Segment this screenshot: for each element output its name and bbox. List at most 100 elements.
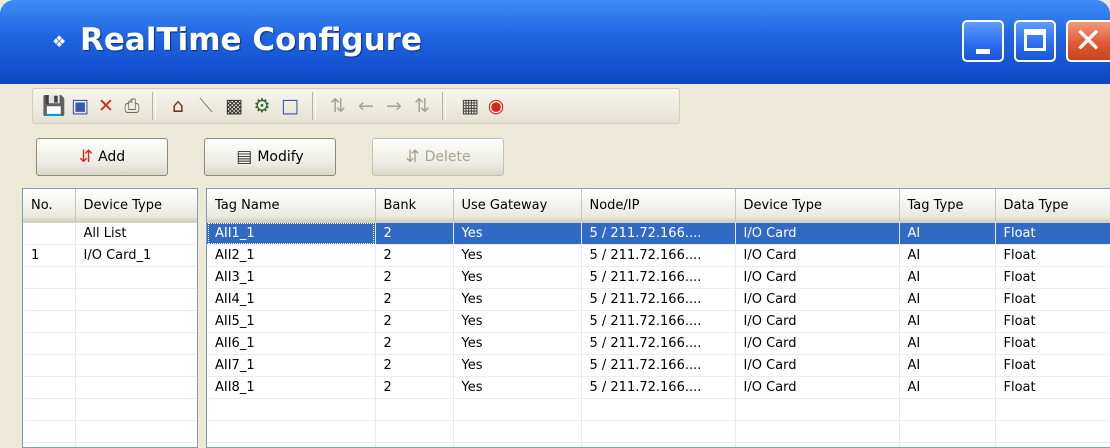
table-row[interactable]: AII7_1 2 Yes 5 / 211.72.166.... I/O Card AI Fl… bbox=[207, 354, 1110, 377]
table-row[interactable]: AII1_1 2 Yes 5 / 211.72.166.... I/O Card AI Fl… bbox=[207, 222, 1110, 245]
node-ip-cell: 5 / 211.72.166.... bbox=[581, 376, 736, 399]
toolbar: 💾 ▣ ✕ ⎙ ⌂ ⟍ ▩ ⚙ □ ⇅ ← → ⇅ ▦ ◉ bbox=[22, 84, 1110, 128]
device-row-no bbox=[23, 222, 76, 245]
add-icon: ⇵ bbox=[78, 147, 94, 167]
device-list-panel[interactable]: No. Device Type All List 1 I/O Card_1 bbox=[22, 188, 198, 448]
data-type-cell: Float bbox=[995, 222, 1110, 245]
network-icon[interactable]: ▦ bbox=[458, 94, 482, 118]
empty-row bbox=[23, 332, 197, 355]
node-ip-cell: 5 / 211.72.166.... bbox=[581, 288, 736, 311]
home-icon[interactable]: ⌂ bbox=[166, 94, 190, 118]
line-icon[interactable]: ⟍ bbox=[194, 94, 218, 118]
device-row-all-list[interactable]: All List bbox=[23, 222, 197, 245]
device-type-cell: I/O Card bbox=[735, 354, 900, 377]
toolbar-separator bbox=[442, 92, 446, 120]
device-table-header: No. Device Type bbox=[23, 189, 197, 223]
align-right-icon[interactable]: ⇅ bbox=[410, 94, 434, 118]
title-bar[interactable]: ❖ RealTime Configure ✕ bbox=[0, 0, 1110, 84]
use-gateway-cell: Yes bbox=[453, 222, 582, 245]
data-type-cell: Float bbox=[995, 376, 1110, 399]
device-row-io-card[interactable]: 1 I/O Card_1 bbox=[23, 244, 197, 267]
app-icon[interactable]: ❖ bbox=[52, 34, 66, 50]
bank-cell: 2 bbox=[375, 244, 454, 267]
empty-row bbox=[23, 442, 197, 447]
device-type-cell: I/O Card bbox=[735, 310, 900, 333]
use-gateway-cell: Yes bbox=[453, 376, 582, 399]
toolbar-separator bbox=[152, 92, 156, 120]
align-icon[interactable]: ⇅ bbox=[326, 94, 350, 118]
empty-row bbox=[23, 310, 197, 333]
modify-button-label: Modify bbox=[257, 149, 304, 165]
device-type-cell: I/O Card bbox=[735, 244, 900, 267]
use-gateway-cell: Yes bbox=[453, 266, 582, 289]
use-gateway-cell: Yes bbox=[453, 310, 582, 333]
table-row[interactable]: AII4_1 2 Yes 5 / 211.72.166.... I/O Card AI Fl… bbox=[207, 288, 1110, 311]
arrow-left-icon[interactable]: ← bbox=[354, 94, 378, 118]
minimize-button[interactable] bbox=[962, 20, 1004, 62]
column-header-node-ip[interactable]: Node/IP bbox=[581, 189, 736, 223]
print-icon[interactable]: ⎙ bbox=[120, 94, 144, 118]
tag-name-cell: AII7_1 bbox=[207, 354, 376, 377]
tag-name-cell: AII3_1 bbox=[207, 266, 376, 289]
column-header-tag-type[interactable]: Tag Type bbox=[899, 189, 996, 223]
device-type-cell: I/O Card bbox=[735, 222, 900, 245]
arrow-right-icon[interactable]: → bbox=[382, 94, 406, 118]
tag-type-cell: AI bbox=[899, 376, 996, 399]
column-header-device-type[interactable]: Device Type bbox=[75, 189, 197, 223]
empty-row bbox=[207, 442, 1110, 447]
tag-name-cell: AII5_1 bbox=[207, 310, 376, 333]
device-table: No. Device Type All List 1 I/O Card_1 bbox=[23, 189, 197, 447]
tag-name-cell: AII2_1 bbox=[207, 244, 376, 267]
save-icon[interactable]: 💾 bbox=[42, 94, 66, 118]
column-header-bank[interactable]: Bank bbox=[375, 189, 454, 223]
bank-cell: 2 bbox=[375, 332, 454, 355]
delete-x-icon[interactable]: ✕ bbox=[94, 94, 118, 118]
minimize-icon bbox=[976, 49, 990, 54]
use-gateway-cell: Yes bbox=[453, 244, 582, 267]
tag-table-header: Tag Name Bank Use Gateway Node/IP Device… bbox=[207, 189, 1110, 223]
tag-table: Tag Name Bank Use Gateway Node/IP Device… bbox=[207, 189, 1110, 447]
tag-name-cell: AII1_1 bbox=[207, 222, 376, 245]
open-icon[interactable]: ▣ bbox=[68, 94, 92, 118]
node-ip-cell: 5 / 211.72.166.... bbox=[581, 310, 736, 333]
column-header-tag-name[interactable]: Tag Name bbox=[207, 189, 376, 223]
data-type-cell: Float bbox=[995, 310, 1110, 333]
add-button[interactable]: ⇵ Add bbox=[36, 138, 168, 176]
delete-button[interactable]: ⇵ Delete bbox=[372, 138, 504, 176]
stop-icon[interactable]: ◉ bbox=[484, 94, 508, 118]
device-row-no: 1 bbox=[23, 244, 76, 267]
table-row[interactable]: AII2_1 2 Yes 5 / 211.72.166.... I/O Card AI Fl… bbox=[207, 244, 1110, 267]
toolbar-separator bbox=[312, 92, 316, 120]
empty-row bbox=[23, 266, 197, 289]
empty-row bbox=[23, 376, 197, 399]
table-row[interactable]: AII5_1 2 Yes 5 / 211.72.166.... I/O Card AI Fl… bbox=[207, 310, 1110, 333]
column-header-data-type[interactable]: Data Type bbox=[995, 189, 1110, 223]
empty-row bbox=[23, 354, 197, 377]
settings-tool-icon[interactable]: ⚙ bbox=[250, 94, 274, 118]
use-gateway-cell: Yes bbox=[453, 354, 582, 377]
close-button[interactable]: ✕ bbox=[1066, 20, 1110, 62]
delete-button-label: Delete bbox=[424, 149, 471, 165]
modify-button[interactable]: ▤ Modify bbox=[204, 138, 336, 176]
bank-cell: 2 bbox=[375, 310, 454, 333]
node-ip-cell: 5 / 211.72.166.... bbox=[581, 354, 736, 377]
tag-name-cell: AII4_1 bbox=[207, 288, 376, 311]
data-type-cell: Float bbox=[995, 244, 1110, 267]
column-header-no[interactable]: No. bbox=[23, 189, 76, 223]
table-row[interactable]: AII8_1 2 Yes 5 / 211.72.166.... I/O Card AI Fl… bbox=[207, 376, 1110, 399]
device-row-type: All List bbox=[75, 222, 197, 245]
column-header-use-gateway[interactable]: Use Gateway bbox=[453, 189, 582, 223]
maximize-button[interactable] bbox=[1014, 20, 1056, 62]
document-icon[interactable]: ▩ bbox=[222, 94, 246, 118]
data-type-cell: Float bbox=[995, 354, 1110, 377]
table-row[interactable]: AII6_1 2 Yes 5 / 211.72.166.... I/O Card AI Fl… bbox=[207, 332, 1110, 355]
empty-row bbox=[23, 398, 197, 421]
use-gateway-cell: Yes bbox=[453, 288, 582, 311]
tag-type-cell: AI bbox=[899, 222, 996, 245]
window-title: RealTime Configure bbox=[80, 22, 422, 58]
column-header-device-type[interactable]: Device Type bbox=[735, 189, 900, 223]
tag-list-panel[interactable]: Tag Name Bank Use Gateway Node/IP Device… bbox=[206, 188, 1110, 448]
export-icon[interactable]: □ bbox=[278, 94, 302, 118]
table-row[interactable]: AII3_1 2 Yes 5 / 211.72.166.... I/O Card AI Fl… bbox=[207, 266, 1110, 289]
add-button-label: Add bbox=[98, 149, 126, 165]
